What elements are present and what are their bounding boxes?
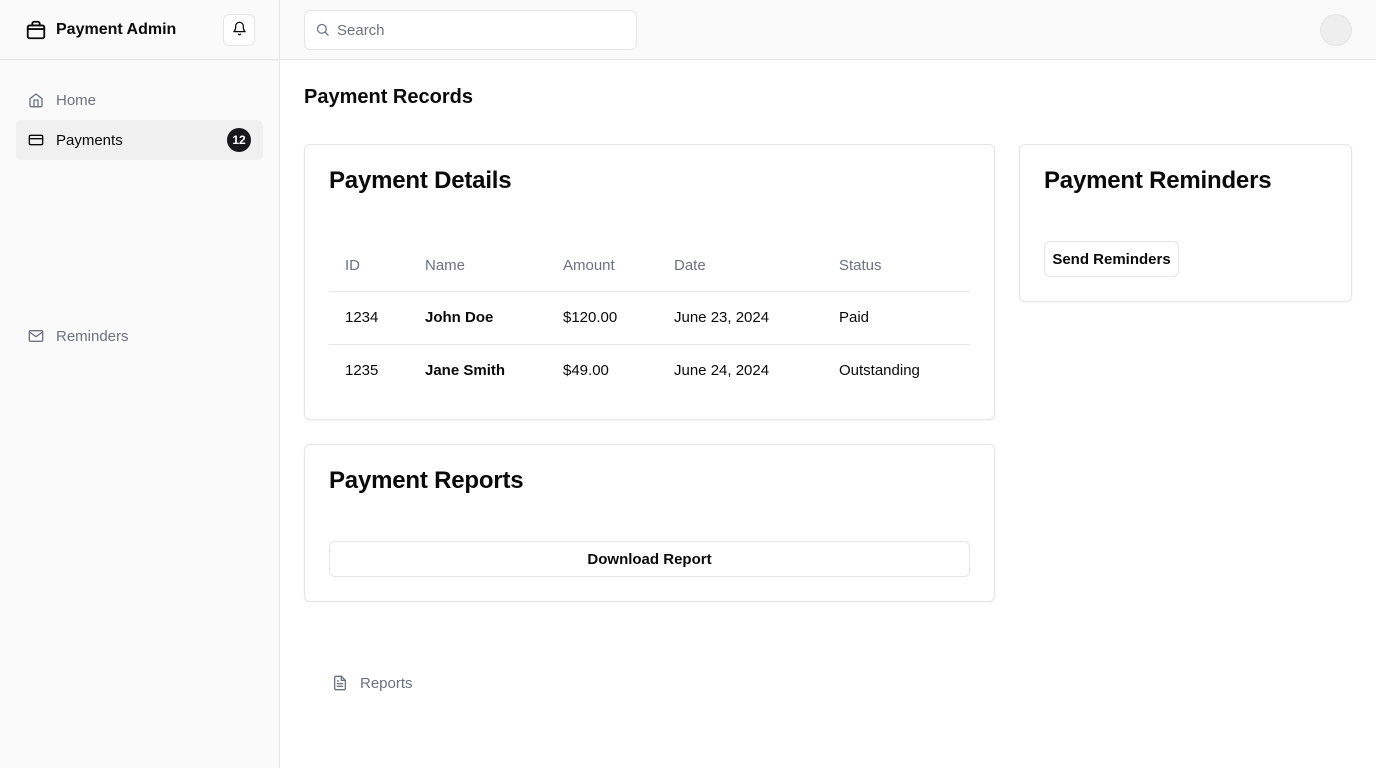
credit-card-icon — [28, 132, 44, 148]
sidebar-item-home[interactable]: Home — [16, 82, 263, 118]
search-input[interactable] — [337, 21, 627, 39]
payments-table: ID Name Amount Date Status 1234 John Doe… — [329, 241, 970, 397]
table-header-row: ID Name Amount Date Status — [329, 241, 970, 292]
send-reminders-button[interactable]: Send Reminders — [1044, 241, 1179, 277]
column-header-id: ID — [329, 241, 409, 292]
payment-reminders-title: Payment Reminders — [1044, 167, 1272, 194]
sidebar-nav: Home Payments 12 Reports Reminders — [0, 60, 413, 692]
cell-id: 1235 — [345, 362, 379, 380]
sidebar: Payment Admin Home Payments 12 Reports R… — [0, 0, 413, 768]
sidebar-item-label: Home — [56, 91, 97, 109]
cell-status: Paid — [823, 291, 970, 345]
sidebar-item-reminders[interactable]: Reminders — [16, 318, 263, 354]
brand-header: Payment Admin — [0, 0, 279, 60]
page-title: Payment Records — [304, 86, 473, 108]
cell-status: Outstanding — [839, 362, 920, 380]
package-icon — [24, 18, 48, 42]
sidebar-item-label: Reports — [360, 674, 413, 692]
table-row[interactable]: 1235 Jane Smith $49.00 June 24, 2024 Out… — [329, 344, 970, 397]
cell-date: June 24, 2024 — [674, 362, 770, 380]
table-row[interactable]: 1234 John Doe $120.00 June 23, 2024 Paid — [329, 291, 970, 345]
notifications-button[interactable] — [223, 14, 255, 46]
cell-id: 1234 — [329, 291, 409, 345]
cell-amount: $120.00 — [547, 291, 658, 345]
payments-count-badge: 12 — [227, 128, 251, 152]
search-icon — [315, 22, 331, 38]
cell-name: John Doe — [409, 291, 547, 345]
column-header-date: Date — [658, 241, 823, 292]
column-header-name: Name — [409, 241, 547, 292]
payment-reminders-card: Payment Reminders Send Reminders — [1019, 144, 1352, 302]
payment-details-title: Payment Details — [329, 167, 512, 194]
app-name: Payment Admin — [56, 20, 177, 38]
user-avatar[interactable] — [1320, 14, 1352, 46]
sidebar-item-payments[interactable]: Payments 12 — [16, 120, 263, 160]
payment-reports-card: Payment Reports Download Report — [304, 444, 995, 602]
sidebar-item-label: Payments — [56, 131, 123, 149]
mail-icon — [28, 328, 44, 344]
search-box — [304, 10, 637, 50]
payment-details-card: Payment Details ID Name Amount Date Stat… — [304, 144, 995, 420]
cell-date: June 23, 2024 — [658, 291, 823, 345]
download-report-button[interactable]: Download Report — [329, 541, 970, 577]
cell-amount: $49.00 — [563, 362, 609, 380]
sidebar-item-label: Reminders — [56, 327, 129, 345]
top-bar — [280, 0, 1376, 60]
sidebar-item-reports[interactable]: Reports — [320, 604, 1011, 762]
column-header-amount: Amount — [547, 241, 658, 292]
file-text-icon — [332, 675, 348, 691]
column-header-status: Status — [823, 241, 970, 292]
cell-name: Jane Smith — [425, 362, 506, 380]
payment-reports-title: Payment Reports — [329, 467, 524, 494]
bell-icon — [232, 21, 247, 39]
home-icon — [28, 92, 44, 108]
